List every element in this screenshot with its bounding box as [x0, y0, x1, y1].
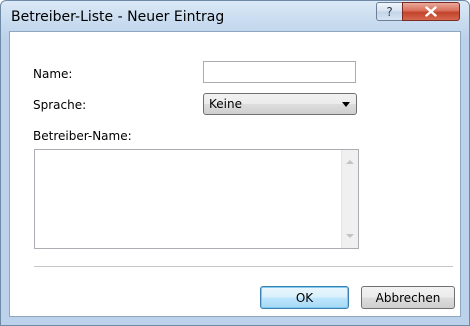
operator-name-textarea[interactable] [35, 150, 341, 248]
dialog-content: Name: Sprache: Keine Betreiber-Name: OK … [9, 31, 461, 317]
help-icon: ? [386, 4, 393, 19]
scroll-up-arrow-icon[interactable] [346, 160, 354, 164]
language-selected-value: Keine [209, 97, 242, 111]
close-icon [425, 6, 437, 17]
title-bar[interactable]: Betreiber-Liste - Neuer Eintrag ? [1, 1, 469, 31]
vertical-scrollbar[interactable] [341, 150, 358, 248]
scroll-down-arrow-icon[interactable] [346, 234, 354, 238]
window-title: Betreiber-Liste - Neuer Eintrag [11, 9, 225, 25]
dialog-window: Betreiber-Liste - Neuer Eintrag ? Name: … [0, 0, 470, 326]
separator-line [34, 266, 453, 268]
close-button[interactable] [402, 2, 460, 21]
language-select[interactable]: Keine [203, 93, 357, 115]
name-label: Name: [33, 67, 73, 81]
dropdown-arrow-icon [342, 102, 350, 107]
operator-name-label: Betreiber-Name: [33, 129, 132, 143]
ok-button[interactable]: OK [260, 286, 349, 309]
operator-name-field [34, 149, 359, 249]
language-label: Sprache: [33, 98, 87, 112]
help-button[interactable]: ? [376, 2, 403, 21]
name-input[interactable] [203, 61, 356, 83]
cancel-button[interactable]: Abbrechen [361, 286, 455, 309]
